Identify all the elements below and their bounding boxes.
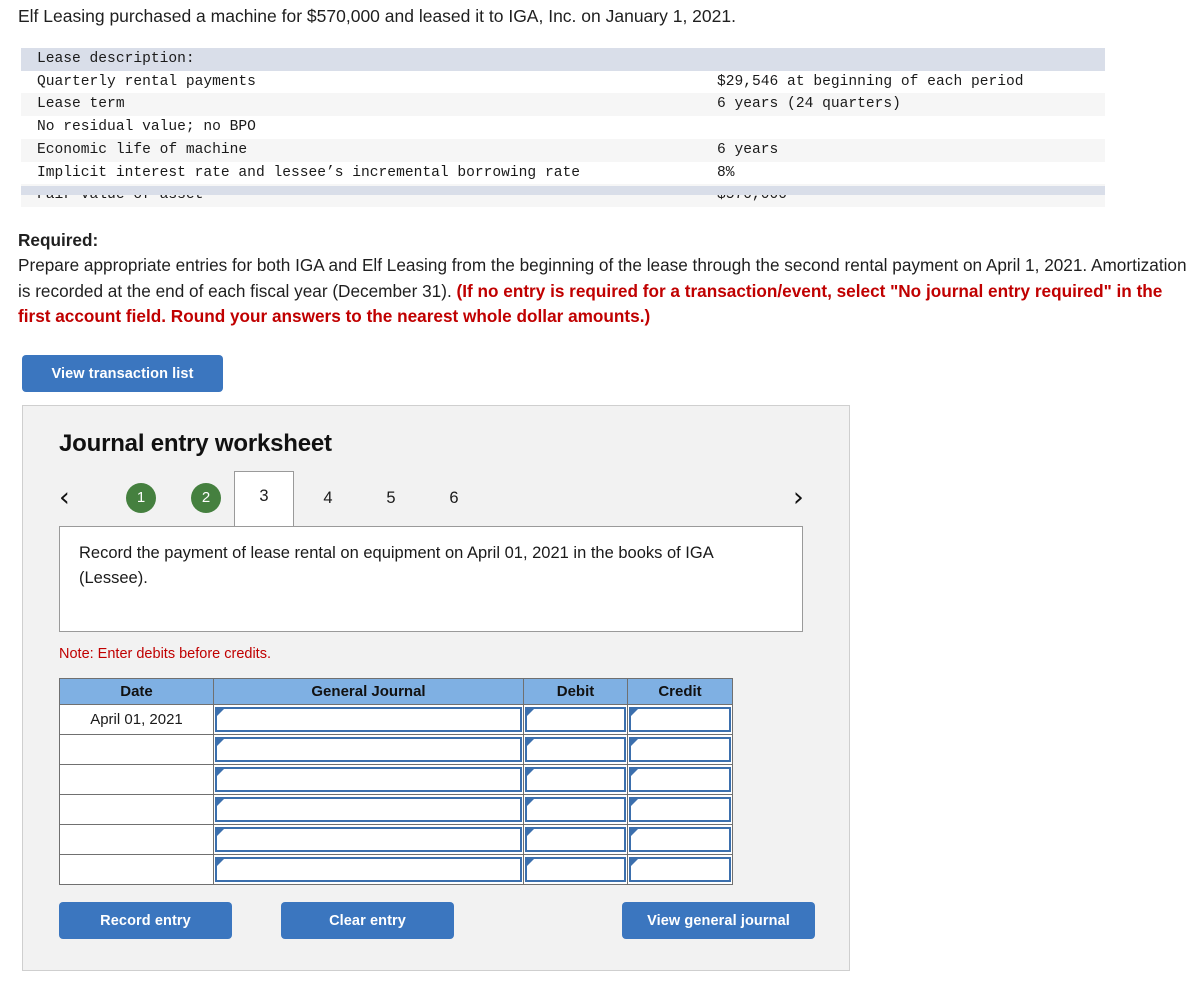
credit-input[interactable] bbox=[629, 857, 731, 882]
lease-row-label: Lease term bbox=[21, 93, 713, 117]
table-row: Implicit interest rate and lessee’s incr… bbox=[21, 161, 1105, 185]
lease-row-value: 6 years (24 quarters) bbox=[713, 93, 1105, 117]
debit-cell[interactable] bbox=[523, 854, 628, 885]
credit-cell[interactable] bbox=[627, 704, 733, 735]
date-cell[interactable]: April 01, 2021 bbox=[59, 704, 214, 735]
debit-cell[interactable] bbox=[523, 764, 628, 795]
table-row bbox=[59, 764, 733, 795]
table-row bbox=[59, 734, 733, 765]
debit-cell[interactable] bbox=[523, 704, 628, 735]
account-select-input[interactable] bbox=[215, 767, 522, 792]
table-row: Quarterly rental payments $29,546 at beg… bbox=[21, 70, 1105, 94]
lease-table-footer-bar bbox=[21, 186, 1105, 195]
worksheet-title: Journal entry worksheet bbox=[59, 430, 332, 457]
worksheet-tab-strip: ‹ 1 2 3 4 5 6 › bbox=[23, 471, 851, 527]
debit-input[interactable] bbox=[525, 857, 626, 882]
tab-4[interactable]: 4 bbox=[311, 478, 345, 518]
tab-3[interactable]: 3 bbox=[234, 471, 294, 526]
required-section: Required: Prepare appropriate entries fo… bbox=[18, 228, 1194, 329]
tab-5[interactable]: 5 bbox=[374, 478, 408, 518]
required-body-line1: Prepare appropriate entries for both IGA… bbox=[18, 255, 1040, 276]
lease-table-header-row: Lease description: bbox=[21, 48, 1105, 71]
credit-input[interactable] bbox=[629, 797, 731, 822]
view-general-journal-button[interactable]: View general journal bbox=[622, 902, 815, 939]
lease-row-label: Quarterly rental payments bbox=[21, 70, 713, 94]
lease-row-value: 8% bbox=[713, 161, 1105, 185]
debit-cell[interactable] bbox=[523, 824, 628, 855]
date-cell[interactable] bbox=[59, 824, 214, 855]
debit-input[interactable] bbox=[525, 797, 626, 822]
column-header-date: Date bbox=[59, 678, 214, 705]
debits-before-credits-note: Note: Enter debits before credits. bbox=[59, 646, 271, 662]
lease-row-value bbox=[713, 116, 1105, 139]
credit-input[interactable] bbox=[629, 827, 731, 852]
account-select-input[interactable] bbox=[215, 707, 522, 732]
debit-input[interactable] bbox=[525, 707, 626, 732]
date-cell[interactable] bbox=[59, 734, 214, 765]
credit-input[interactable] bbox=[629, 767, 731, 792]
clear-entry-button[interactable]: Clear entry bbox=[281, 902, 454, 939]
account-select-input[interactable] bbox=[215, 737, 522, 762]
account-select-input[interactable] bbox=[215, 857, 522, 882]
lease-row-value: $29,546 at beginning of each period bbox=[713, 70, 1105, 94]
general-journal-cell[interactable] bbox=[213, 794, 524, 825]
date-cell[interactable] bbox=[59, 854, 214, 885]
debit-cell[interactable] bbox=[523, 794, 628, 825]
date-cell[interactable] bbox=[59, 764, 214, 795]
view-transaction-list-button[interactable]: View transaction list bbox=[22, 355, 223, 392]
chevron-right-icon[interactable]: › bbox=[793, 479, 804, 517]
general-journal-cell[interactable] bbox=[213, 824, 524, 855]
record-entry-button[interactable]: Record entry bbox=[59, 902, 232, 939]
lease-row-label: Economic life of machine bbox=[21, 138, 713, 162]
account-select-input[interactable] bbox=[215, 827, 522, 852]
credit-cell[interactable] bbox=[627, 794, 733, 825]
credit-cell[interactable] bbox=[627, 824, 733, 855]
credit-input[interactable] bbox=[629, 707, 731, 732]
transaction-description-text: Record the payment of lease rental on eq… bbox=[79, 544, 713, 587]
general-journal-cell[interactable] bbox=[213, 734, 524, 765]
chevron-left-icon[interactable]: ‹ bbox=[59, 479, 70, 517]
lease-description-table: Lease description: Quarterly rental paym… bbox=[21, 48, 1105, 208]
column-header-credit: Credit bbox=[627, 678, 733, 705]
lease-row-label: No residual value; no BPO bbox=[21, 116, 713, 139]
transaction-description-box: Record the payment of lease rental on eq… bbox=[59, 526, 803, 632]
table-row bbox=[59, 824, 733, 855]
column-header-debit: Debit bbox=[523, 678, 628, 705]
credit-cell[interactable] bbox=[627, 854, 733, 885]
table-row bbox=[59, 854, 733, 885]
credit-cell[interactable] bbox=[627, 764, 733, 795]
tab-6[interactable]: 6 bbox=[437, 478, 471, 518]
lease-row-value: 6 years bbox=[713, 138, 1105, 162]
debit-cell[interactable] bbox=[523, 734, 628, 765]
date-cell[interactable] bbox=[59, 794, 214, 825]
table-row: No residual value; no BPO bbox=[21, 116, 1105, 139]
general-journal-cell[interactable] bbox=[213, 854, 524, 885]
credit-input[interactable] bbox=[629, 737, 731, 762]
column-header-general-journal: General Journal bbox=[213, 678, 524, 705]
lease-table-header-label: Lease description: bbox=[21, 48, 713, 71]
general-journal-cell[interactable] bbox=[213, 764, 524, 795]
required-body: Prepare appropriate entries for both IGA… bbox=[18, 253, 1194, 329]
table-row: April 01, 2021 bbox=[59, 704, 733, 735]
table-row: Economic life of machine 6 years bbox=[21, 138, 1105, 162]
account-select-input[interactable] bbox=[215, 797, 522, 822]
required-label: Required: bbox=[18, 230, 99, 250]
lease-row-label: Implicit interest rate and lessee’s incr… bbox=[21, 161, 713, 185]
tab-1[interactable]: 1 bbox=[126, 483, 156, 513]
credit-cell[interactable] bbox=[627, 734, 733, 765]
lease-table-header-value bbox=[713, 48, 1105, 71]
table-row bbox=[59, 794, 733, 825]
journal-entry-worksheet-panel: Journal entry worksheet ‹ 1 2 3 4 5 6 › … bbox=[22, 405, 850, 971]
table-row: Lease term 6 years (24 quarters) bbox=[21, 93, 1105, 117]
journal-header-row: Date General Journal Debit Credit bbox=[59, 678, 733, 705]
general-journal-cell[interactable] bbox=[213, 704, 524, 735]
journal-entry-grid: Date General Journal Debit Credit April … bbox=[59, 678, 733, 885]
debit-input[interactable] bbox=[525, 827, 626, 852]
problem-statement: Elf Leasing purchased a machine for $570… bbox=[18, 6, 736, 26]
debit-input[interactable] bbox=[525, 737, 626, 762]
tab-2[interactable]: 2 bbox=[191, 483, 221, 513]
debit-input[interactable] bbox=[525, 767, 626, 792]
